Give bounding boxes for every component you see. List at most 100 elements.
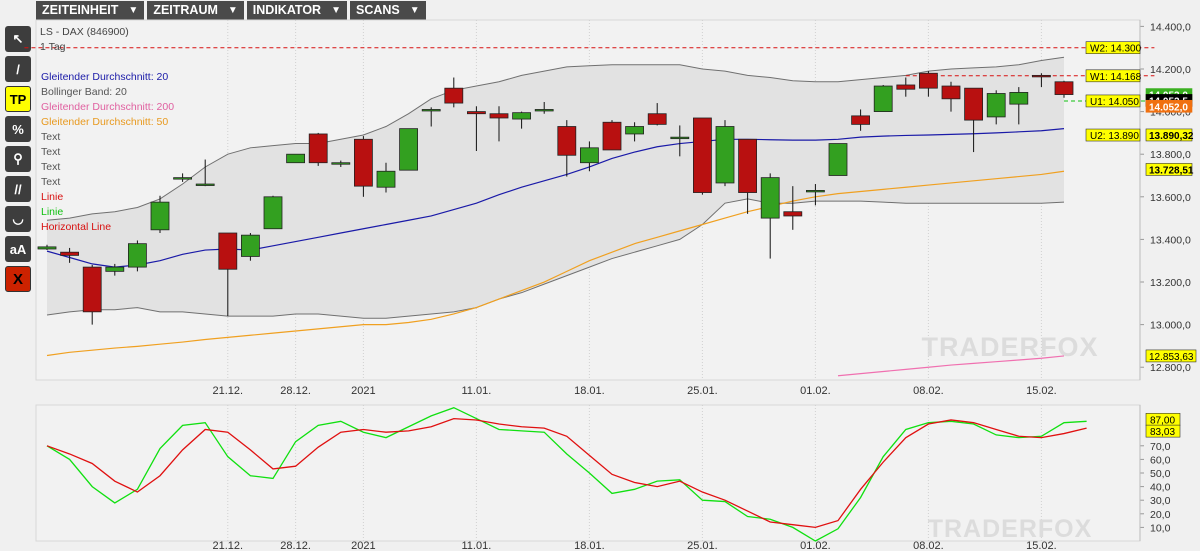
x-tick-label: 11.01. [462,385,492,397]
candle-body [286,153,306,164]
candle-body [896,84,916,90]
x-tick-label: 18.01. [574,385,605,397]
candle-body [670,136,690,140]
candle-body [783,211,803,217]
candle-body [806,190,825,193]
candle-body [534,109,554,112]
x-tick-label: 01.02. [800,385,831,397]
level-label: W1: 14.168 [1090,72,1142,83]
candle-body [557,126,577,156]
candle-body [376,170,396,188]
osc-y-tick-label: 60,0 [1150,454,1171,466]
price-label: 13.890,32 [1149,131,1194,142]
candle-body [127,243,147,268]
candle-body [647,113,667,125]
chart-title: LS - DAX (846900) [40,26,129,38]
y-tick-label: 14.400,0 [1150,21,1191,33]
candle-body [1009,92,1029,105]
candle-body [851,115,870,125]
candle-body [218,232,238,270]
candle-body [715,126,735,184]
x-tick-label: 25.01. [687,540,718,551]
osc-y-tick-label: 40,0 [1150,482,1171,494]
candle-body [1054,81,1074,95]
y-tick-label: 13.600,0 [1150,192,1191,204]
legend-entry: Linie [41,206,63,218]
chart-canvas: 21.12. 21.12. 28.12. 28.12. 2021 2021 11.01. 11… [24,19,1197,551]
candle-body [37,246,57,250]
legend-entry: Text [41,131,60,143]
level-label: U1: 14.050 [1090,97,1139,108]
candle-body [195,183,215,186]
candle-body [399,128,419,171]
x-tick-label: 28.12. [280,540,311,551]
y-tick-label: 13.200,0 [1150,277,1191,289]
x-tick-label: 21.12. [213,540,244,551]
x-tick-label: 2021 [351,385,375,397]
candle-body [512,112,531,120]
candle-body [82,266,102,313]
candle-body [466,111,486,115]
legend-entry: Text [41,176,60,188]
legend-entry: Text [41,161,60,173]
candle-body [760,177,780,219]
candle-body [105,266,125,272]
legend-entry: Bollinger Band: 20 [41,86,127,98]
watermark-text: TRADERFOX [922,332,1099,362]
osc-y-tick-label: 10,0 [1150,522,1171,534]
candle-body [421,109,441,112]
y-tick-label: 12.800,0 [1150,362,1191,374]
candle-body [625,126,644,135]
osc-y-tick-label: 20,0 [1150,509,1171,521]
timeframe-label: 1 Tag [40,41,66,53]
candle-body [919,72,938,89]
legend-entry: Text [41,146,60,158]
candle-body [941,85,961,100]
osc-y-tick-label: 30,0 [1150,495,1171,507]
x-tick-label: 11.01. [462,540,492,551]
level-label: W2: 14.300 [1090,44,1142,55]
legend-entry: Gleitender Durchschnitt: 20 [41,71,168,83]
x-tick-label: 2021 [351,540,375,551]
candle-body [331,162,351,165]
x-tick-label: 25.01. [687,385,718,397]
legend-entry: Gleitender Durchschnitt: 50 [41,116,168,128]
price-label: 14.052,0 [1149,102,1188,113]
x-tick-label: 08.02. [913,385,944,397]
candle-body [738,138,757,193]
candle-body [489,113,509,119]
candle-body [150,201,170,231]
candle-body [444,87,464,104]
osc-value-label: 83,03 [1150,427,1175,438]
candle-body [580,147,599,164]
legend-entry: Gleitender Durchschnitt: 200 [41,101,174,113]
osc-y-tick-label: 70,0 [1150,441,1171,453]
osc-value-label: 87,00 [1150,415,1175,426]
x-tick-label: 15.02. [1026,385,1057,397]
candle-body [308,133,328,164]
candle-body [873,85,893,112]
candle-body [964,87,983,121]
price-label: 13.728,51 [1149,165,1194,176]
candle-body [602,121,622,151]
x-tick-label: 28.12. [280,385,311,397]
x-tick-label: 21.12. [213,385,244,397]
y-tick-label: 13.000,0 [1150,320,1191,332]
legend-entry: Linie [41,191,63,203]
y-tick-label: 13.800,0 [1150,149,1191,161]
level-label: U2: 13.890 [1090,131,1139,142]
ma200-label: 12.853,63 [1149,352,1194,363]
candle-body [240,234,260,257]
candle-body [353,138,373,187]
candle-body [986,93,1006,118]
candle-body [60,251,79,256]
legend-entry: Horizontal Line [41,221,111,233]
osc-watermark-text: TRADERFOX [928,515,1093,543]
candle-body [173,177,193,180]
candle-body [263,196,283,230]
y-tick-label: 13.400,0 [1150,234,1191,246]
x-tick-label: 18.01. [574,540,605,551]
candle-body [1032,74,1051,78]
osc-y-tick-label: 50,0 [1150,468,1171,480]
candle-body [693,117,712,193]
